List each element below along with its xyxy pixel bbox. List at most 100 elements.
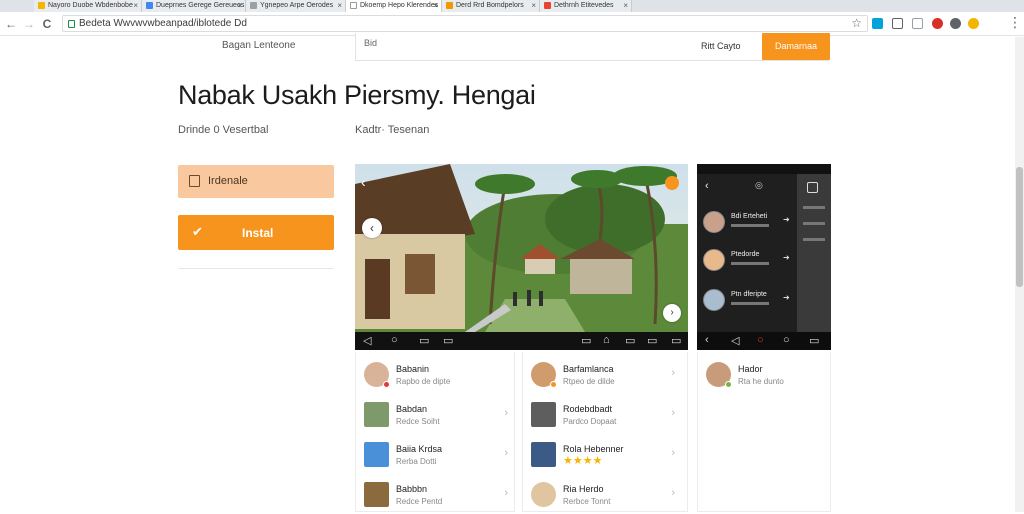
nav-recents-icon: ▭ <box>419 335 430 347</box>
close-tab-icon[interactable]: × <box>623 0 628 11</box>
url-text[interactable]: Bedeta Wwvwvwbeanpad/iblotede Dd <box>79 18 247 29</box>
install-button[interactable]: ✔ Instal <box>178 215 334 250</box>
header-cta-button[interactable]: Damarnaa <box>762 33 830 60</box>
nav-recents-icon: ▭ <box>809 335 820 347</box>
chat-name: Ptedorde <box>731 251 760 258</box>
bookmark-icon <box>189 175 200 187</box>
related-app-name: Ria Herdo <box>563 484 604 494</box>
extension-icon-4[interactable] <box>932 18 943 29</box>
nav-home-icon: ○ <box>391 334 398 346</box>
reload-button[interactable]: C <box>40 16 54 32</box>
lock-icon: ⌂ <box>603 334 610 346</box>
wishlist-button[interactable]: Irdenale <box>178 165 334 198</box>
app-screenshot-1[interactable]: ‹ › ‹ ◁ ○ ▭ ▭ ▭ ⌂ ▭ ▭ ▭ <box>355 164 688 350</box>
badge-icon <box>665 176 679 190</box>
back-arrow-icon: ‹ <box>705 180 709 192</box>
list-item[interactable]: Rola Hebenner ★★★★ › <box>523 434 683 474</box>
list-item[interactable]: Baiia Krdsa Rerba Dotti › <box>356 434 516 474</box>
chevron-right-icon: › <box>671 487 675 499</box>
search-input[interactable]: Bid <box>364 38 377 48</box>
browser-tab-active[interactable]: Dkoemp Hepo Klerendes × <box>346 0 442 12</box>
browser-tab[interactable]: Dueprnes Gerege Gereueos × <box>142 0 246 12</box>
lock-icon <box>68 20 75 28</box>
avatar <box>703 289 725 311</box>
header-nav-link[interactable]: Bagan Lenteone <box>222 40 295 51</box>
carousel-next-button[interactable]: › <box>663 304 681 322</box>
extension-icon-6[interactable] <box>968 18 979 29</box>
header-search[interactable]: Bid Ritt Cayto <box>355 33 829 61</box>
favicon-icon <box>250 2 257 9</box>
back-arrow-icon: ‹ <box>361 174 366 190</box>
avatar <box>703 211 725 233</box>
settings-icon <box>807 182 818 193</box>
avatar <box>703 249 725 271</box>
chat-preview <box>731 262 769 265</box>
list-item[interactable]: Rodebdbadt Pardco Dopaat › <box>523 394 683 434</box>
carousel-prev-button[interactable]: ‹ <box>362 218 382 238</box>
close-tab-icon[interactable]: × <box>237 0 242 11</box>
chat-name: Ptn dferipte <box>731 291 767 298</box>
list-item[interactable]: Babdan Redce Soiht › <box>356 394 516 434</box>
list-item[interactable]: Ria Herdo Rerbce Tonnt › <box>523 474 683 514</box>
arrow-icon: ➜ <box>783 215 790 224</box>
extension-icon-3[interactable] <box>912 18 923 29</box>
close-tab-icon[interactable]: × <box>531 0 536 11</box>
browser-tab[interactable]: Ygnepeo Arpe Oerodes × <box>246 0 346 12</box>
browser-tab[interactable]: Derd Rrd Bomdpelors × <box>442 0 540 12</box>
tray-icon: ▭ <box>625 335 636 347</box>
header-links[interactable]: Ritt Cayto <box>701 41 741 51</box>
app-logo-icon: ◎ <box>755 180 763 190</box>
nav-recents-icon: ▭ <box>443 335 454 347</box>
favicon-icon <box>446 2 453 9</box>
scrollbar[interactable] <box>1015 37 1024 512</box>
status-badge <box>550 381 557 388</box>
chat-name: Bdi Erteheti <box>731 213 768 220</box>
tray-icon: ▭ <box>647 335 658 347</box>
related-app-sub: Rerbce Tonnt <box>563 497 611 506</box>
chevron-right-icon: › <box>671 407 675 419</box>
list-item[interactable]: Hador Rta he dunto <box>698 354 832 394</box>
favicon-icon <box>38 2 45 9</box>
tab-title: Dethrnh Etitevedes <box>554 2 614 9</box>
chat-row: Ptedorde ➜ <box>697 242 797 280</box>
android-nav-bar: ‹ ◁ ○ ○ ▭ <box>697 332 831 350</box>
app-title: Nabak Usakh Piersmy. Hengai <box>178 80 536 110</box>
tab-title: Dkoemp Hepo Klerendes <box>360 2 439 9</box>
tab-strip: Nayoro Duobe Wbdenbobe × Dueprnes Gerege… <box>0 0 1024 12</box>
village-scene-image <box>355 164 688 332</box>
bookmark-star-icon[interactable]: ☆ <box>851 16 862 30</box>
related-app-sub: Redce Pentd <box>396 497 443 506</box>
browser-tab[interactable]: Nayoro Duobe Wbdenbobe × <box>34 0 142 12</box>
address-bar[interactable]: Bedeta Wwvwvwbeanpad/iblotede Dd ☆ <box>62 15 868 32</box>
app-thumbnail <box>364 402 389 427</box>
forward-button[interactable]: → <box>22 16 36 32</box>
menu-icon[interactable]: ⋮ <box>1008 14 1022 31</box>
browser-tab[interactable]: Dethrnh Etitevedes × <box>540 0 632 12</box>
extension-icon-5[interactable] <box>950 18 961 29</box>
wishlist-label: Irdenale <box>208 175 248 187</box>
app-developer[interactable]: Drinde 0 Vesertbal <box>178 124 269 136</box>
related-app-sub: Rtpeo de dilde <box>563 377 615 386</box>
scrollbar-thumb[interactable] <box>1016 167 1023 287</box>
related-app-sub: Pardco Dopaat <box>563 417 617 426</box>
status-badge <box>383 381 390 388</box>
close-tab-icon[interactable]: × <box>337 0 342 11</box>
close-tab-icon[interactable]: × <box>133 0 138 11</box>
list-item[interactable]: Barfamlanca Rtpeo de dilde › <box>523 354 683 394</box>
chat-preview <box>731 302 769 305</box>
list-item[interactable]: Babanin Rapbo de dipte <box>356 354 516 394</box>
list-item[interactable]: Babbbn Redce Pentd › <box>356 474 516 514</box>
close-tab-icon[interactable]: × <box>433 0 438 11</box>
favicon-icon <box>146 2 153 9</box>
app-thumbnail <box>531 482 556 507</box>
app-category[interactable]: Kadtr· Tesenan <box>355 124 429 136</box>
extension-icon-1[interactable] <box>872 18 883 29</box>
status-bar <box>697 164 831 174</box>
related-app-name: Babbbn <box>396 484 428 494</box>
back-button[interactable]: ← <box>4 16 18 32</box>
app-screenshot-2[interactable]: ‹ ◎ Bdi Erteheti ➜ Ptedorde ➜ Ptn dferip… <box>697 164 831 350</box>
app-thumbnail <box>364 442 389 467</box>
nav-back-icon: ◁ <box>731 335 740 347</box>
install-label: Instal <box>242 226 274 240</box>
extension-icon-2[interactable] <box>892 18 903 29</box>
